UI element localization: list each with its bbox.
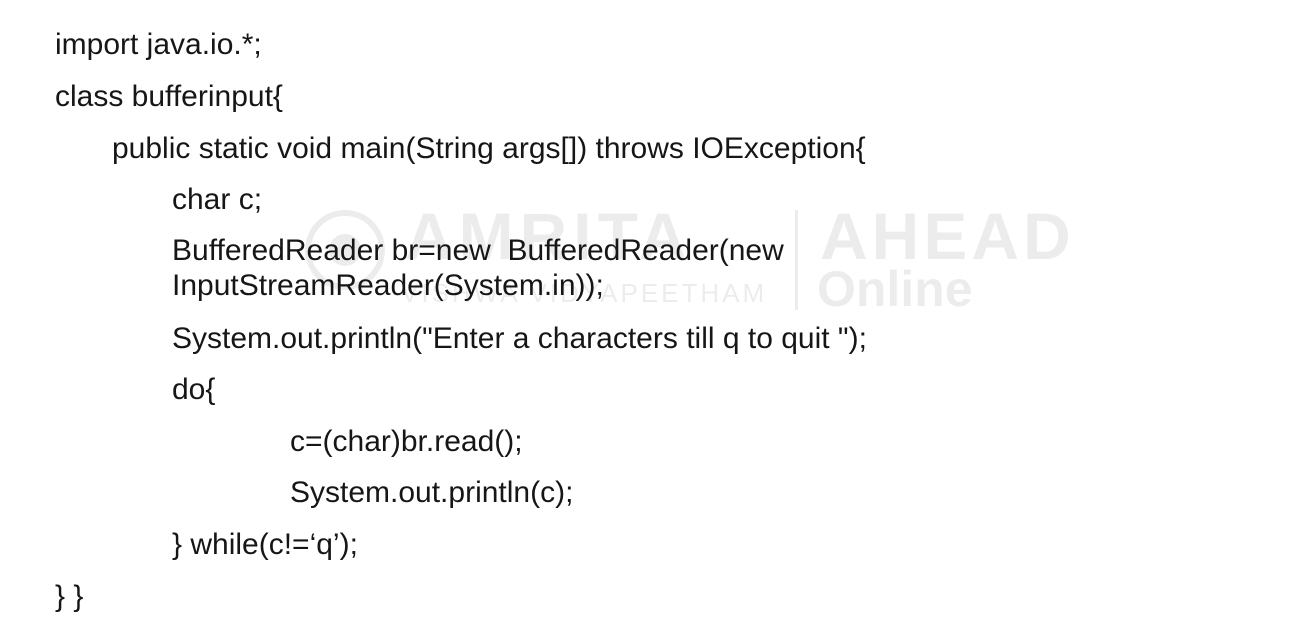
code-line: } } xyxy=(55,580,84,613)
code-line: InputStreamReader(System.in)); xyxy=(172,269,604,302)
code-line: BufferedReader br=new BufferedReader(new xyxy=(172,234,784,267)
code-line: char c; xyxy=(172,183,263,216)
code-line: } while(c!=‘q’); xyxy=(172,528,358,561)
code-line: c=(char)br.read(); xyxy=(290,425,523,458)
code-line: do{ xyxy=(172,373,216,406)
code-line: class bufferinput{ xyxy=(55,80,283,113)
code-line: public static void main(String args[]) t… xyxy=(112,132,866,165)
code-line: System.out.println("Enter a characters t… xyxy=(172,322,867,355)
slide: AMRITA VISHWA VIDYAPEETHAM AHEAD Online … xyxy=(0,0,1293,619)
code-line: import java.io.*; xyxy=(55,28,262,61)
code-line: System.out.println(c); xyxy=(290,476,574,509)
code-block: import java.io.*; class bufferinput{ pub… xyxy=(0,0,1293,619)
